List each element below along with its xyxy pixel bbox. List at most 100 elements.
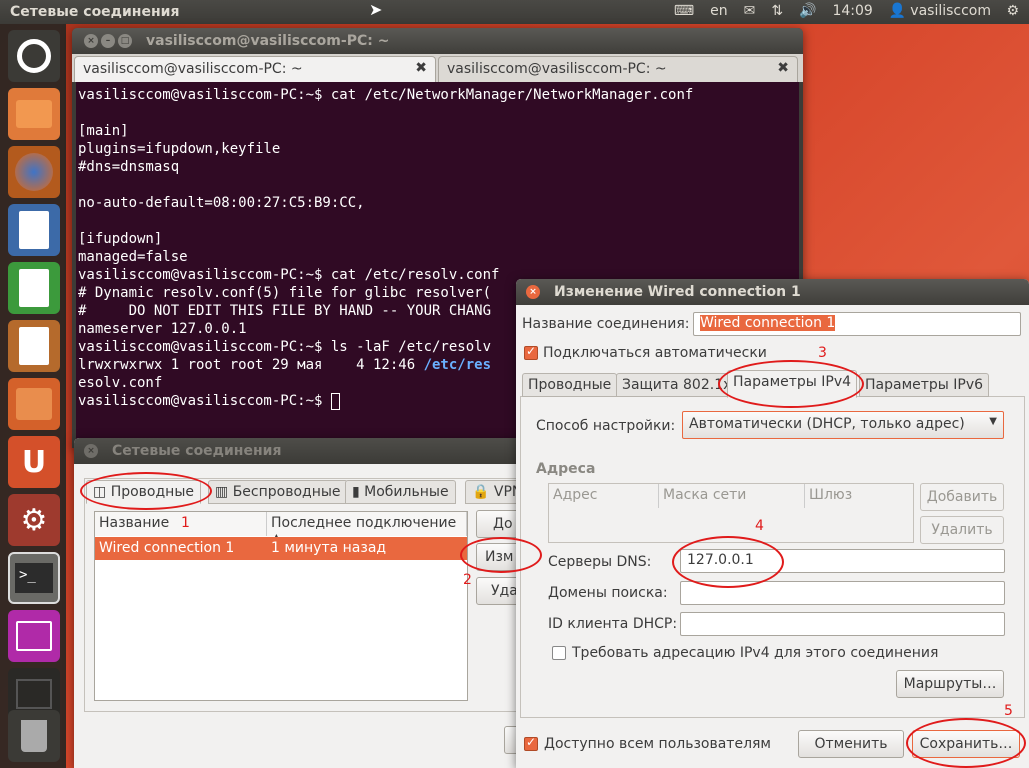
files-icon[interactable]: [8, 88, 60, 140]
maximize-icon[interactable]: □: [118, 34, 132, 48]
routes-button[interactable]: Маршруты…: [896, 670, 1004, 698]
dash-home-icon[interactable]: [8, 30, 60, 82]
volume-icon[interactable]: 🔊: [799, 3, 816, 19]
keyboard-layout[interactable]: en: [710, 3, 728, 19]
network-icon[interactable]: ⇅: [771, 3, 783, 19]
ls-output: lrwxrwxrwx 1 root root 29 мая 4 12:46: [78, 357, 424, 373]
terminal-line: no-auto-default=08:00:27:C5:B9:CC,: [78, 195, 365, 211]
terminal-line: managed=false: [78, 249, 188, 265]
text-cursor: [330, 392, 340, 410]
annotation-2: 2: [463, 572, 472, 588]
col-last-connected[interactable]: Последнее подключение ▲: [267, 512, 467, 547]
software-center-icon[interactable]: [8, 378, 60, 430]
terminal-tab-1[interactable]: vasilisccom@vasilisccom-PC: ~ ✖: [74, 56, 436, 82]
launcher: U ⚙ >_: [0, 24, 66, 768]
tab-wired-settings[interactable]: Проводные: [522, 373, 618, 397]
terminal-titlebar[interactable]: × – □ vasilisccom@vasilisccom-PC: ~: [72, 28, 803, 54]
add-address-button[interactable]: Добавить: [920, 483, 1004, 511]
terminal-tab-2[interactable]: vasilisccom@vasilisccom-PC: ~ ✖: [438, 56, 798, 82]
tab-mobile[interactable]: ▮ Мобильные: [345, 480, 456, 504]
close-icon[interactable]: ×: [84, 34, 98, 48]
terminal-line: [ifupdown]: [78, 231, 163, 247]
minimize-icon[interactable]: –: [101, 34, 115, 48]
dhcp-id-label: ID клиента DHCP:: [548, 616, 678, 632]
power-icon[interactable]: ⚙: [1006, 3, 1019, 19]
require-ipv4-checkbox[interactable]: [552, 646, 566, 660]
dns-label: Серверы DNS:: [548, 554, 652, 570]
edit-connection-dialog: × Изменение Wired connection 1 Название …: [516, 279, 1029, 768]
address-table: Адрес Маска сети Шлюз: [548, 483, 914, 543]
tab-wireless[interactable]: ▥ Беспроводные: [208, 480, 348, 504]
terminal-line: #dns=dnsmasq: [78, 159, 180, 175]
annotation-1: 1: [181, 515, 190, 531]
require-ipv4-label[interactable]: Требовать адресацию IPv4 для этого соеди…: [572, 645, 938, 661]
indicator-area: ⌨ en ✉ ⇅ 🔊 14:09 👤 vasilisccom: [674, 3, 991, 19]
clock[interactable]: 14:09: [832, 3, 872, 19]
trash-icon[interactable]: [8, 710, 60, 762]
tab-label: Беспроводные: [232, 484, 341, 500]
user-name[interactable]: vasilisccom: [910, 3, 991, 19]
keyboard-icon[interactable]: ⌨: [674, 3, 694, 19]
prompt: vasilisccom@vasilisccom-PC:~$: [78, 393, 331, 409]
search-domains-label: Домены поиска:: [548, 585, 668, 601]
terminal-line: vasilisccom@vasilisccom-PC:~$ cat /etc/N…: [78, 87, 694, 103]
connection-name-field[interactable]: Wired connection 1: [693, 312, 1021, 336]
system-settings-icon[interactable]: ⚙: [8, 494, 60, 546]
cancel-button[interactable]: Отменить: [798, 730, 904, 758]
ubuntu-one-icon[interactable]: U: [8, 436, 60, 488]
dhcp-id-field[interactable]: [680, 612, 1005, 636]
terminal-title: vasilisccom@vasilisccom-PC: ~: [146, 33, 390, 49]
annotation-5: 5: [1004, 703, 1013, 719]
col-address: Адрес: [549, 484, 659, 508]
writer-icon[interactable]: [8, 204, 60, 256]
terminal-tabs: vasilisccom@vasilisccom-PC: ~ ✖ vasiliscc…: [72, 54, 803, 82]
table-row[interactable]: Wired connection 1 1 минута назад: [95, 537, 467, 560]
network-titlebar[interactable]: × Сетевые соединения: [74, 438, 554, 464]
method-dropdown[interactable]: Автоматически (DHCP, только адрес) ▼: [682, 411, 1004, 439]
connections-table[interactable]: Название Последнее подключение ▲ Wired c…: [94, 511, 468, 701]
annotation-3: 3: [818, 345, 827, 361]
close-icon[interactable]: ×: [84, 444, 98, 458]
mail-icon[interactable]: ✉: [744, 3, 756, 19]
network-connections-icon[interactable]: [8, 610, 60, 662]
close-tab-icon[interactable]: ✖: [777, 60, 789, 76]
auto-connect-checkbox[interactable]: [524, 344, 538, 360]
annotation-circle-ipv4: [718, 360, 864, 408]
terminal-icon[interactable]: >_: [8, 552, 60, 604]
delete-address-button[interactable]: Удалить: [920, 516, 1004, 544]
tab-ipv6[interactable]: Параметры IPv6: [859, 373, 990, 397]
firefox-icon[interactable]: [8, 146, 60, 198]
user-icon[interactable]: 👤: [889, 3, 906, 19]
method-value: Автоматически (DHCP, только адрес): [689, 416, 965, 432]
chevron-down-icon: ▼: [989, 416, 997, 427]
addresses-label: Адреса: [536, 461, 596, 477]
auto-connect-label[interactable]: Подключаться автоматически: [543, 345, 767, 361]
dialog-titlebar[interactable]: × Изменение Wired connection 1: [516, 279, 1029, 305]
all-users-label[interactable]: Доступно всем пользователям: [544, 736, 771, 752]
annotation-circle-dns: [672, 536, 784, 588]
col-gateway: Шлюз: [805, 484, 913, 508]
ls-link: /etc/res: [423, 357, 492, 373]
annotation-circle-save: [906, 718, 1026, 768]
top-panel: Сетевые соединения ⌨ en ✉ ⇅ 🔊 14:09 👤 va…: [0, 0, 1029, 24]
annotation-circle-wired-tab: [80, 472, 212, 510]
annotation-4: 4: [755, 518, 764, 534]
all-users-checkbox[interactable]: [524, 735, 538, 751]
terminal-line: [main]: [78, 123, 129, 139]
close-icon[interactable]: ×: [526, 285, 540, 299]
annotation-circle-edit: [460, 537, 542, 573]
network-title: Сетевые соединения: [112, 443, 282, 459]
connection-name-label: Название соединения:: [522, 316, 690, 332]
calc-icon[interactable]: [8, 262, 60, 314]
tab-label: vasilisccom@vasilisccom-PC: ~: [447, 61, 667, 77]
impress-icon[interactable]: [8, 320, 60, 372]
tab-label: vasilisccom@vasilisccom-PC: ~: [83, 61, 303, 77]
row-last: 1 минута назад: [271, 540, 387, 556]
terminal-line: plugins=ifupdown,keyfile: [78, 141, 281, 157]
close-tab-icon[interactable]: ✖: [415, 60, 427, 76]
name-value: Wired connection 1: [700, 315, 836, 331]
row-name: Wired connection 1: [99, 540, 235, 556]
